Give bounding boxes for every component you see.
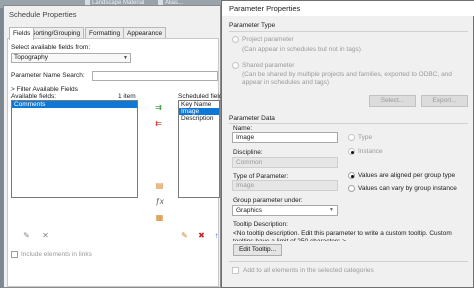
name-field[interactable]: Image <box>232 132 338 143</box>
select-button[interactable]: Select... <box>369 95 416 107</box>
parameter-properties-dialog: Parameter Properties Parameter Type Proj… <box>221 0 474 288</box>
type-of-parameter-label: Type of Parameter: <box>233 173 289 180</box>
name-label: Name: <box>233 125 253 132</box>
project-parameter-label: Project parameter <box>242 36 294 43</box>
fields-panel: Select available fields from: Topography… <box>7 38 230 287</box>
group-parameter-value: Graphics <box>236 207 263 214</box>
aligned-per-group-label: Values are aligned per group type <box>358 172 456 179</box>
combine-parameters-icon[interactable]: ▦ <box>155 213 164 222</box>
dialog-title: Parameter Properties <box>222 1 474 16</box>
project-parameter-radio[interactable] <box>232 36 239 43</box>
available-count: 1 item <box>118 93 136 100</box>
available-fields-label: Available fields: <box>11 93 57 100</box>
list-item[interactable]: Description <box>179 115 219 122</box>
export-button[interactable]: Export... <box>421 95 468 107</box>
include-links-checkbox[interactable] <box>11 251 18 258</box>
scheduled-fields-list[interactable]: Key Name Image Description <box>178 100 220 198</box>
list-item[interactable]: Image <box>179 108 219 115</box>
dialog-title: Schedule Properties <box>9 10 77 19</box>
vary-by-instance-label: Values can vary by group instance <box>358 185 457 192</box>
type-of-parameter-dropdown[interactable]: Image <box>232 180 338 191</box>
available-fields-list[interactable]: Comments <box>11 100 138 198</box>
edit-pencil-icon[interactable]: ✎ <box>22 231 31 240</box>
filter-toggle[interactable]: > Filter Available Fields <box>11 86 78 93</box>
tooltip-text: <No tooltip description. Edit this param… <box>233 230 452 241</box>
move-up-icon[interactable]: ↑ <box>212 231 221 240</box>
type-radio-label: Type <box>358 134 373 141</box>
delete-icon[interactable]: ✕ <box>41 231 50 240</box>
vary-by-instance-radio[interactable] <box>348 185 355 192</box>
type-radio[interactable] <box>348 134 355 141</box>
group-parameter-label: Group parameter under: <box>233 197 303 204</box>
formula-icon[interactable]: ƒx <box>155 197 164 206</box>
edit-tooltip-button[interactable]: Edit Tooltip... <box>233 244 282 256</box>
new-parameter-icon[interactable]: ▤ <box>155 181 164 190</box>
remove-field-icon[interactable]: ⇇ <box>154 119 163 128</box>
tooltip-description-label: Tooltip Description: <box>233 221 288 228</box>
aligned-per-group-radio[interactable] <box>348 172 355 179</box>
project-parameter-desc: (Can appear in schedules but not in tags… <box>242 46 361 53</box>
divider <box>229 123 468 124</box>
group-parameter-dropdown[interactable]: Graphics ▼ <box>232 205 338 216</box>
param-search-label: Parameter Name Search: <box>11 72 85 79</box>
instance-radio[interactable] <box>348 148 355 155</box>
type-of-parameter-value: Image <box>236 182 255 189</box>
discipline-dropdown[interactable]: Common <box>232 157 338 168</box>
instance-radio-label: Instance <box>358 148 383 155</box>
chevron-down-icon: ▼ <box>123 55 128 61</box>
select-from-dropdown[interactable]: Topography ▼ <box>11 53 131 63</box>
param-search-input[interactable] <box>92 71 218 81</box>
add-to-all-label: Add to all elements in the selected cate… <box>243 267 374 274</box>
edit-field-icon[interactable]: ✎ <box>180 231 189 240</box>
select-from-value: Topography <box>14 54 48 61</box>
select-from-label: Select available fields from: <box>11 44 91 51</box>
add-to-all-checkbox[interactable] <box>232 267 239 274</box>
chevron-down-icon: ▼ <box>329 207 334 213</box>
divider <box>229 31 468 32</box>
add-field-icon[interactable]: ⇉ <box>154 103 163 112</box>
include-links-label: Include elements in links <box>21 251 92 258</box>
shared-parameter-label: Shared parameter <box>242 62 295 69</box>
divider <box>229 261 468 262</box>
schedule-properties-dialog: Schedule Properties Fields Sorting/Group… <box>3 5 230 288</box>
list-item[interactable]: Comments <box>12 101 137 108</box>
shared-parameter-desc: (Can be shared by multiple projects and … <box>242 71 452 86</box>
parameter-type-header: Parameter Type <box>229 22 276 29</box>
remove-field-red-icon[interactable]: ✖ <box>197 231 206 240</box>
tab-fields[interactable]: Fields <box>9 27 35 40</box>
filter-label: Filter Available Fields <box>16 86 78 93</box>
list-item[interactable]: Key Name <box>179 101 219 108</box>
shared-parameter-radio[interactable] <box>232 62 239 69</box>
parameter-data-header: Parameter Data <box>229 115 275 122</box>
discipline-value: Common <box>236 159 263 166</box>
discipline-label: Discipline: <box>233 149 263 156</box>
